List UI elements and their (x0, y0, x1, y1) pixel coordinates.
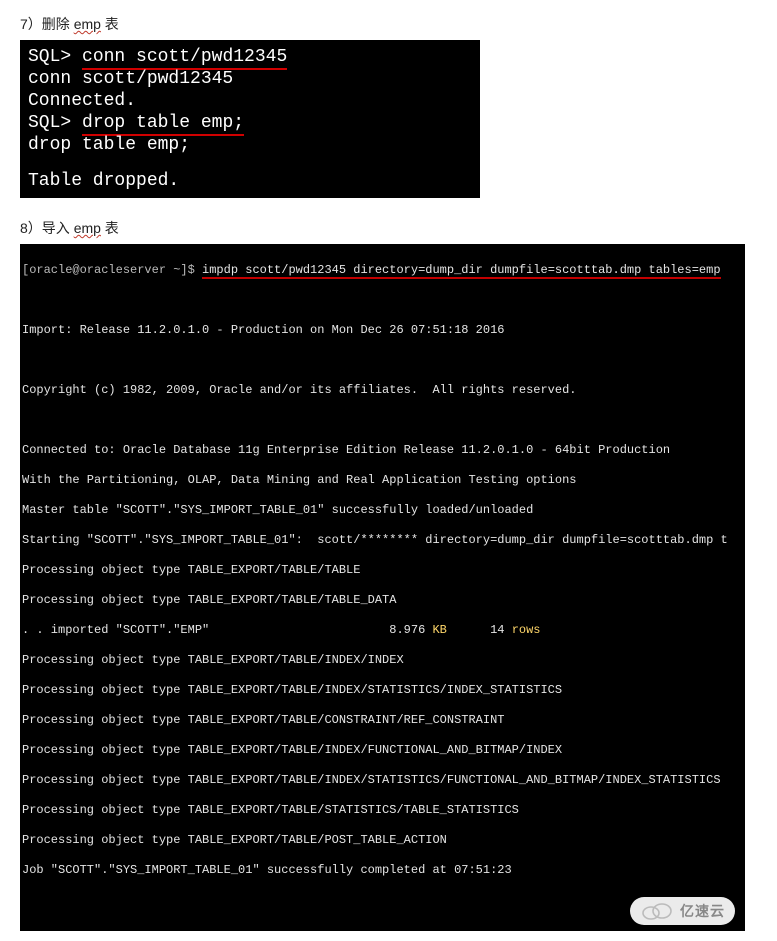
out-release: Import: Release 11.2.0.1.0 - Production … (22, 323, 743, 338)
sql-echo-conn: conn scott/pwd12345 (28, 68, 472, 90)
step8-suffix: 表 (101, 220, 119, 236)
sql-connected: Connected. (28, 90, 472, 112)
sql-result-dropped: Table dropped. (28, 170, 472, 192)
out-copyright: Copyright (c) 1982, 2009, Oracle and/or … (22, 383, 743, 398)
step7-action: 删除 (42, 16, 74, 32)
sql-prompt: SQL> (28, 113, 82, 133)
out-proc-refconstraint: Processing object type TABLE_EXPORT/TABL… (22, 713, 743, 728)
impdp-cmd: impdp scott/pwd12345 directory=dump_dir … (202, 263, 720, 279)
step8-object: emp (74, 220, 101, 236)
sql-prompt: SQL> (28, 47, 82, 67)
blank-line (22, 353, 743, 368)
step7-prefix: 7） (20, 16, 42, 32)
blank-line (22, 413, 743, 428)
step7-title: 7）删除 emp 表 (20, 14, 757, 34)
out-proc-postaction: Processing object type TABLE_EXPORT/TABL… (22, 833, 743, 848)
out-job-done: Job "SCOTT"."SYS_IMPORT_TABLE_01" succes… (22, 863, 743, 878)
step8-action: 导入 (42, 220, 74, 236)
blank-line (22, 293, 743, 308)
out-proc-tablestats: Processing object type TABLE_EXPORT/TABL… (22, 803, 743, 818)
sql-cmd-conn: conn scott/pwd12345 (82, 47, 287, 70)
out-starting: Starting "SCOTT"."SYS_IMPORT_TABLE_01": … (22, 533, 743, 548)
sql-line-conn: SQL> conn scott/pwd12345 (28, 46, 472, 68)
step7-suffix: 表 (101, 16, 119, 32)
cloud-icon (640, 901, 674, 921)
out-imported-row: . . imported "SCOTT"."EMP" 8.976 KB 14 r… (22, 623, 743, 638)
out-proc-index-stats: Processing object type TABLE_EXPORT/TABL… (22, 683, 743, 698)
step7-object: emp (74, 16, 101, 32)
terminal-impdp: [oracle@oracleserver ~]$ impdp scott/pwd… (20, 244, 745, 931)
out-master: Master table "SCOTT"."SYS_IMPORT_TABLE_0… (22, 503, 743, 518)
sql-cmd-drop: drop table emp; (82, 113, 244, 136)
out-proc-funcidx-stats: Processing object type TABLE_EXPORT/TABL… (22, 773, 743, 788)
step8-prefix: 8） (20, 220, 42, 236)
watermark-text: 亿速云 (680, 904, 725, 919)
sql-echo-drop: drop table emp; (28, 134, 472, 156)
impdp-cmd-line: [oracle@oracleserver ~]$ impdp scott/pwd… (22, 263, 743, 278)
out-proc-tabledata: Processing object type TABLE_EXPORT/TABL… (22, 593, 743, 608)
out-connected: Connected to: Oracle Database 11g Enterp… (22, 443, 743, 458)
out-imported-b: 14 (447, 623, 512, 637)
out-proc-funcidx: Processing object type TABLE_EXPORT/TABL… (22, 743, 743, 758)
blank-line (28, 156, 472, 170)
out-options: With the Partitioning, OLAP, Data Mining… (22, 473, 743, 488)
out-imported-rows: rows (512, 623, 541, 637)
step8-title: 8）导入 emp 表 (20, 218, 757, 238)
out-proc-table: Processing object type TABLE_EXPORT/TABL… (22, 563, 743, 578)
watermark: 亿速云 (630, 897, 735, 925)
terminal-drop-emp: SQL> conn scott/pwd12345 conn scott/pwd1… (20, 40, 480, 198)
sql-line-drop: SQL> drop table emp; (28, 112, 472, 134)
out-imported-kb: KB (432, 623, 446, 637)
out-imported-a: . . imported "SCOTT"."EMP" 8.976 (22, 623, 432, 637)
shell-prompt: [oracle@oracleserver ~]$ (22, 263, 202, 277)
out-proc-index: Processing object type TABLE_EXPORT/TABL… (22, 653, 743, 668)
